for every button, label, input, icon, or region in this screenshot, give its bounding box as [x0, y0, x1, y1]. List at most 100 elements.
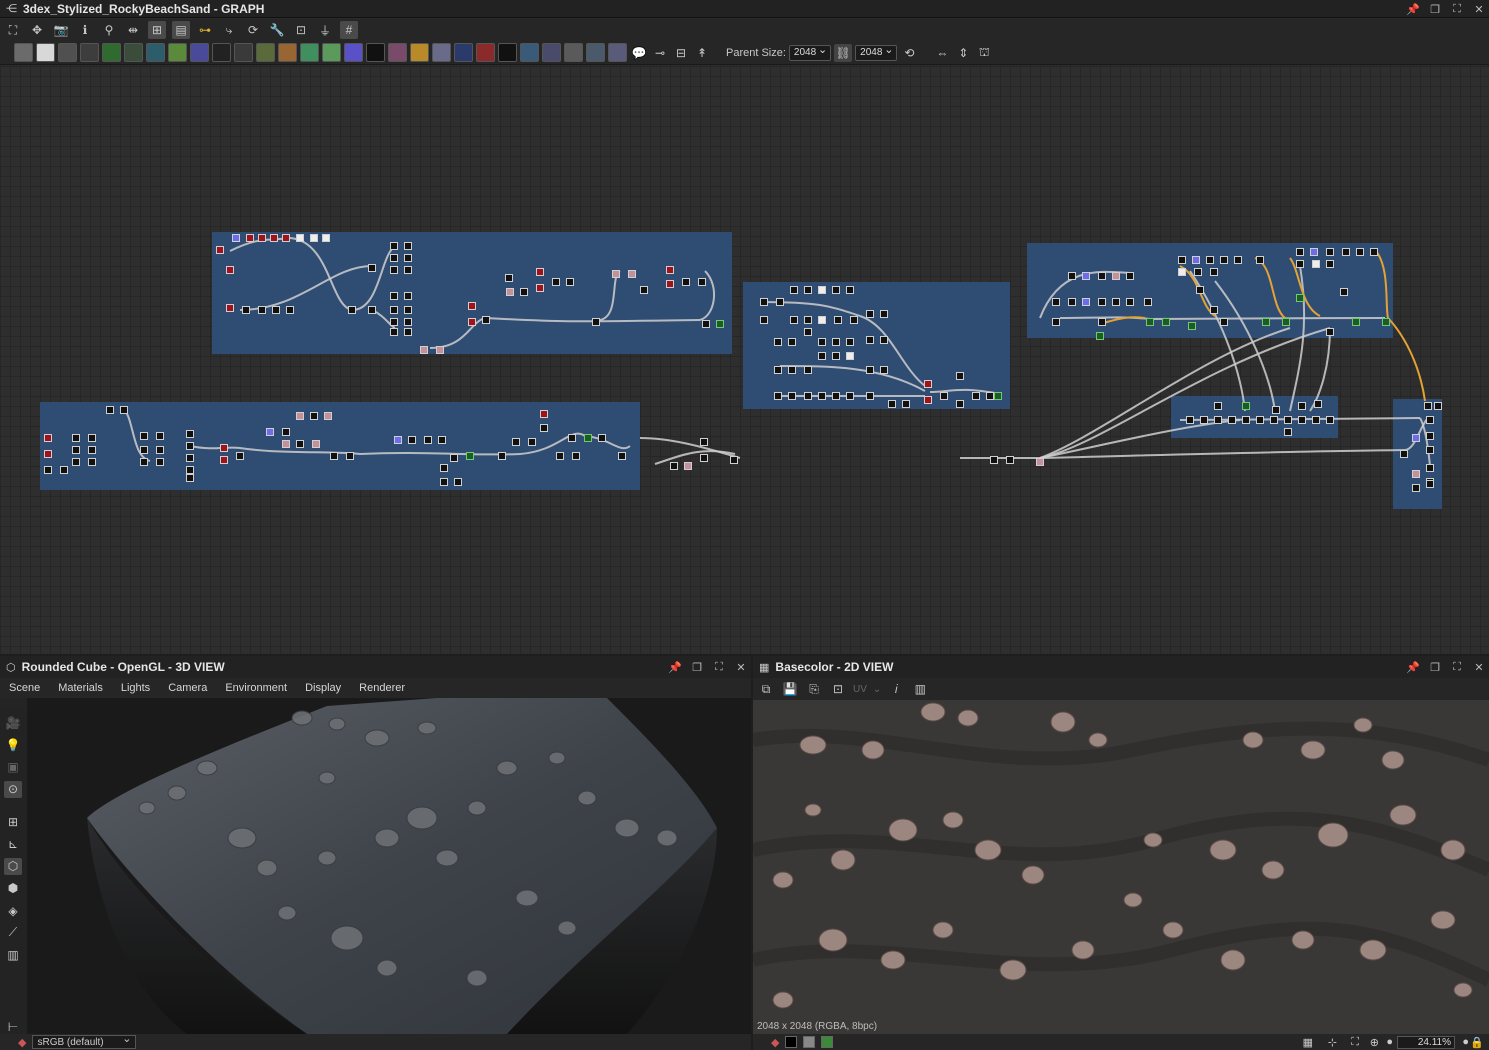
graph-node[interactable] [1296, 248, 1304, 256]
graph-node[interactable] [1270, 416, 1278, 424]
snap-icon[interactable]: ⛫ [975, 44, 993, 62]
black-bg-swatch[interactable] [785, 1036, 798, 1048]
graph-node[interactable] [390, 292, 398, 300]
graph-node[interactable] [368, 306, 376, 314]
graph-node[interactable] [1356, 248, 1364, 256]
atom-node-button[interactable] [520, 43, 539, 62]
graph-node[interactable] [1220, 318, 1228, 326]
close-icon[interactable]: ✕ [1473, 661, 1485, 674]
graph-node[interactable] [924, 396, 932, 404]
graph-node[interactable] [1314, 400, 1322, 408]
graph-node[interactable] [1146, 318, 1154, 326]
graph-node[interactable] [404, 266, 412, 274]
pan-icon[interactable]: ✥ [28, 21, 46, 39]
graph-node[interactable] [436, 346, 444, 354]
graph-node[interactable] [1382, 318, 1390, 326]
graph-node[interactable] [1006, 456, 1014, 464]
graph-node[interactable] [1312, 260, 1320, 268]
close-icon[interactable]: ✕ [735, 661, 747, 674]
graph-node[interactable] [348, 306, 356, 314]
graph-node[interactable] [956, 400, 964, 408]
wrench-icon[interactable]: 🔧 [268, 21, 286, 39]
graph-node[interactable] [226, 266, 234, 274]
graph-node[interactable] [1370, 248, 1378, 256]
graph-node[interactable] [666, 266, 674, 274]
graph-node[interactable] [312, 440, 320, 448]
graph-node[interactable] [1426, 464, 1434, 472]
graph-node[interactable] [866, 366, 874, 374]
graph-node[interactable] [1210, 306, 1218, 314]
graph-node[interactable] [1206, 256, 1214, 264]
graph-node[interactable] [760, 298, 768, 306]
graph-node[interactable] [1194, 268, 1202, 276]
graph-node[interactable] [1144, 298, 1152, 306]
center-view-icon[interactable]: ⊕ [1370, 1036, 1379, 1049]
graph-node[interactable] [774, 366, 782, 374]
graph-node[interactable] [804, 328, 812, 336]
atom-node-button[interactable] [102, 43, 121, 62]
arrow-icon[interactable]: ↟ [693, 44, 711, 62]
graph-node[interactable] [156, 458, 164, 466]
graph-node[interactable] [506, 288, 514, 296]
graph-node[interactable] [1068, 272, 1076, 280]
atom-node-button[interactable] [498, 43, 517, 62]
graph-node[interactable] [866, 310, 874, 318]
graph-node[interactable] [322, 234, 330, 242]
graph-node[interactable] [120, 406, 128, 414]
graph-node[interactable] [72, 458, 80, 466]
graph-node[interactable] [818, 338, 826, 346]
graph-node[interactable] [404, 306, 412, 314]
graph-node[interactable] [698, 278, 706, 286]
wireframe-icon[interactable]: ⊞ [4, 813, 22, 830]
refresh-icon[interactable]: ⟳ [244, 21, 262, 39]
pin-icon[interactable]: 📌 [1406, 661, 1420, 674]
graph-node[interactable] [390, 242, 398, 250]
graph-node[interactable] [404, 254, 412, 262]
graph-node[interactable] [528, 438, 536, 446]
graph-node[interactable] [404, 328, 412, 336]
rgb-channel-swatch[interactable] [821, 1036, 834, 1048]
export-icon[interactable]: ⊡ [292, 21, 310, 39]
graph-node[interactable] [818, 392, 826, 400]
graph-node[interactable] [1296, 260, 1304, 268]
output-size-select[interactable]: 2048 [855, 43, 898, 61]
graph-node[interactable] [774, 338, 782, 346]
graph-node[interactable] [1188, 322, 1196, 330]
graph-node[interactable] [512, 438, 520, 446]
graph-node[interactable] [804, 366, 812, 374]
graph-node[interactable] [1200, 416, 1208, 424]
graph-node[interactable] [1326, 328, 1334, 336]
graph-node[interactable] [612, 270, 620, 278]
graph-node[interactable] [1126, 298, 1134, 306]
colorspace-select[interactable]: sRGB (default) [32, 1032, 137, 1049]
graph-node[interactable] [902, 400, 910, 408]
graph-node[interactable] [818, 286, 826, 294]
menu-lights[interactable]: Lights [121, 682, 150, 694]
graph-node[interactable] [986, 392, 994, 400]
graph-node[interactable] [552, 278, 560, 286]
maximize-icon[interactable]: ⛶ [1451, 3, 1463, 15]
graph-node[interactable] [1242, 416, 1250, 424]
graph-node[interactable] [450, 454, 458, 462]
list-view-icon[interactable]: ▤ [172, 21, 190, 39]
save-icon[interactable]: 💾 [781, 680, 799, 698]
graph-node[interactable] [404, 292, 412, 300]
graph-node[interactable] [440, 464, 448, 472]
graph-node[interactable] [1326, 248, 1334, 256]
graph-node[interactable] [88, 458, 96, 466]
menu-camera[interactable]: Camera [168, 682, 207, 694]
graph-node[interactable] [700, 438, 708, 446]
graph-node[interactable] [1312, 416, 1320, 424]
graph-node[interactable] [186, 442, 194, 450]
graph-node[interactable] [790, 316, 798, 324]
graph-node[interactable] [1424, 402, 1432, 410]
graph-node[interactable] [804, 316, 812, 324]
graph-node[interactable] [156, 432, 164, 440]
graph-node[interactable] [1036, 458, 1044, 466]
graph-node[interactable] [846, 338, 854, 346]
connect-icon[interactable]: ⊶ [196, 21, 214, 39]
graph-node[interactable] [788, 366, 796, 374]
graph-node[interactable] [804, 392, 812, 400]
graph-node[interactable] [866, 336, 874, 344]
graph-node[interactable] [424, 436, 432, 444]
